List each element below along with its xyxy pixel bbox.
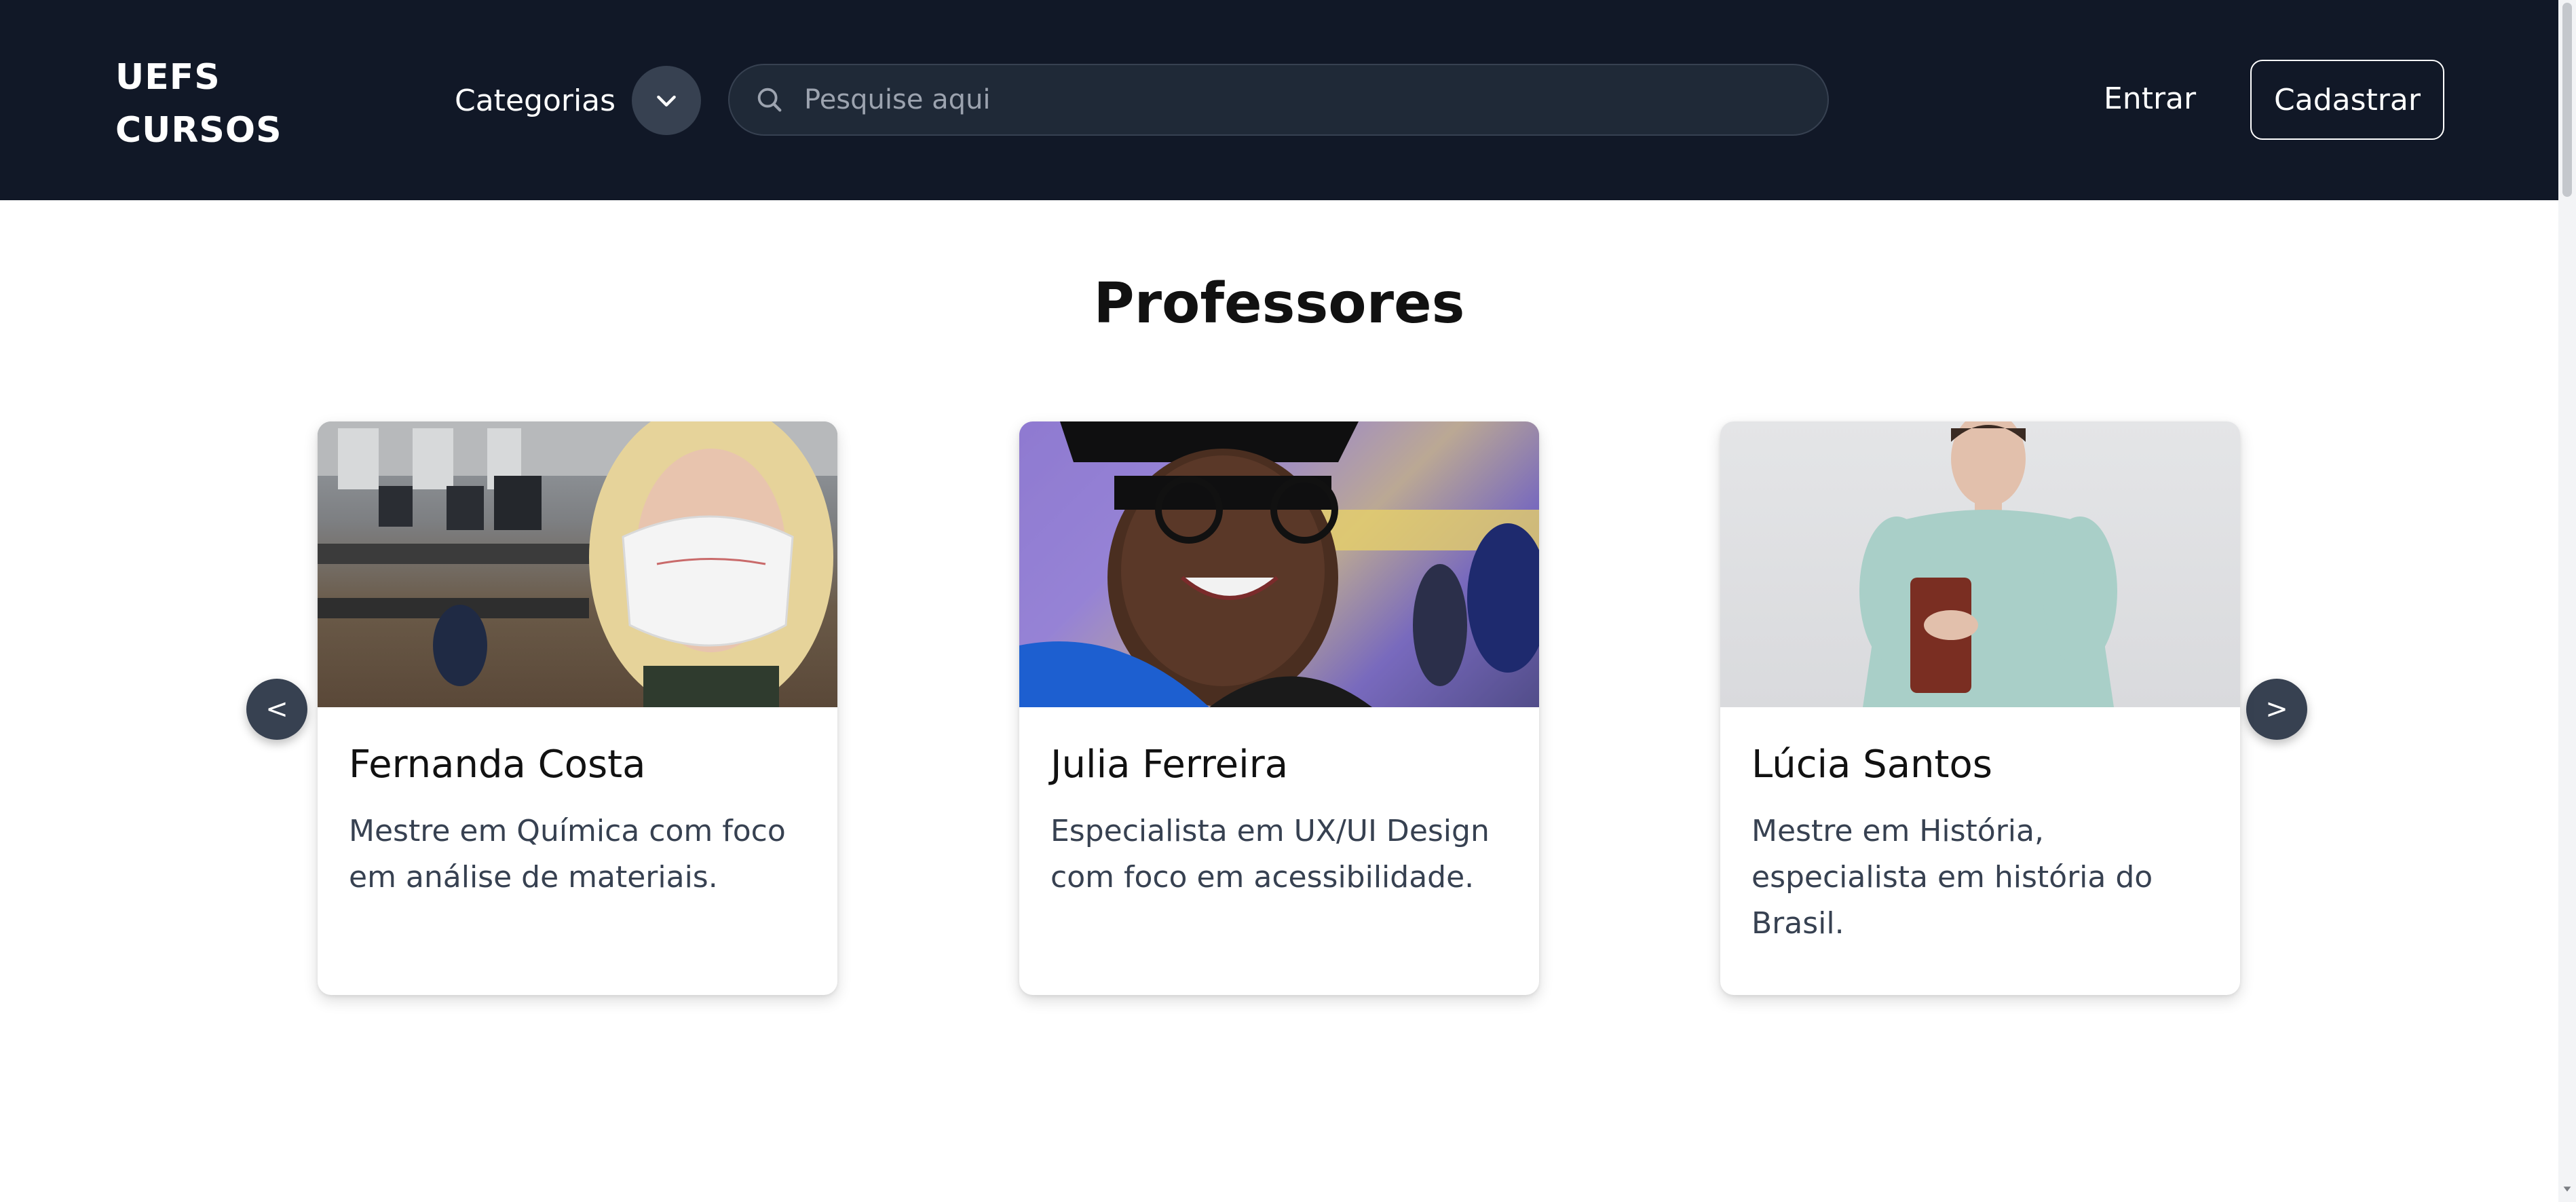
- professor-photo-illustration: [318, 421, 837, 707]
- search-input[interactable]: [804, 65, 1827, 134]
- page-scrollbar[interactable]: [2558, 0, 2576, 1202]
- professor-description: Mestre em História, especialista em hist…: [1751, 814, 2153, 941]
- professor-description: Especialista em UX/UI Design com foco em…: [1050, 814, 1490, 895]
- logo-line-2: CURSOS: [115, 110, 282, 151]
- search-icon: [753, 83, 787, 117]
- professor-name: Julia Ferreira: [1050, 743, 1289, 787]
- logo-line-1: UEFS: [115, 57, 221, 98]
- top-navbar: UEFS CURSOS Categorias Entrar Cadastrar: [0, 0, 2558, 200]
- professor-card[interactable]: Fernanda Costa Mestre em Química com foc…: [318, 421, 837, 995]
- professor-photo: [1720, 421, 2240, 707]
- register-button[interactable]: Cadastrar: [2250, 60, 2444, 140]
- carousel-prev-button[interactable]: <: [246, 679, 307, 740]
- categories-toggle-button[interactable]: [632, 66, 702, 135]
- scrollbar-thumb[interactable]: [2562, 3, 2572, 197]
- professor-photo-illustration: [1859, 421, 2117, 707]
- professor-card[interactable]: Julia Ferreira Especialista em UX/UI Des…: [1019, 421, 1539, 995]
- professor-description: Mestre em Química com foco em análise de…: [349, 814, 786, 895]
- scroll-down-arrow-icon[interactable]: [2561, 1183, 2573, 1195]
- login-link[interactable]: Entrar: [2104, 81, 2196, 116]
- categories-dropdown[interactable]: Categorias: [455, 66, 702, 135]
- professor-card[interactable]: Lúcia Santos Mestre em História, especia…: [1720, 421, 2240, 995]
- page: UEFS CURSOS Categorias Entrar Cadastrar: [0, 0, 2576, 1202]
- professor-name: Fernanda Costa: [349, 743, 646, 787]
- site-logo[interactable]: UEFS CURSOS: [115, 51, 282, 157]
- page-title: Professores: [1093, 271, 1465, 336]
- chevron-down-icon: [657, 95, 676, 107]
- professor-photo: [318, 421, 837, 707]
- carousel-next-button[interactable]: >: [2246, 679, 2307, 740]
- professor-name: Lúcia Santos: [1751, 743, 1992, 787]
- professor-photo: [1019, 421, 1539, 707]
- categories-label: Categorias: [455, 83, 616, 118]
- search-bar: [728, 64, 1829, 136]
- professor-photo-illustration: [1019, 421, 1539, 707]
